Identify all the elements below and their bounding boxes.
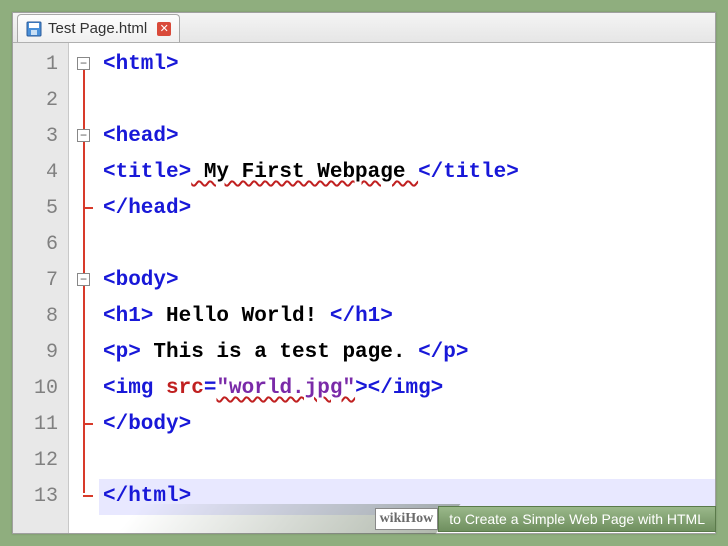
fold-toggle-icon[interactable]: − (77, 273, 90, 286)
line-number: 4 (13, 155, 68, 191)
code-line: <html> (99, 47, 715, 83)
code-line (99, 443, 715, 479)
line-number-gutter: 1 2 3 4 5 6 7 8 9 10 11 12 13 (13, 43, 69, 533)
line-number: 10 (13, 371, 68, 407)
tab-bar: Test Page.html ✕ (13, 13, 715, 43)
fold-end-icon (83, 495, 93, 497)
editor-window: Test Page.html ✕ 1 2 3 4 5 6 7 8 9 10 11… (12, 12, 716, 534)
line-number: 2 (13, 83, 68, 119)
code-line: <h1> Hello World! </h1> (99, 299, 715, 335)
fold-toggle-icon[interactable]: − (77, 129, 90, 142)
tab-filename: Test Page.html (48, 20, 147, 37)
code-line (99, 227, 715, 263)
code-line: </body> (99, 407, 715, 443)
line-number: 12 (13, 443, 68, 479)
code-line: <img src="world.jpg"></img> (99, 371, 715, 407)
watermark-brand: wikiHow (375, 508, 439, 530)
line-number: 5 (13, 191, 68, 227)
code-line: <title> My First Webpage </title> (99, 155, 715, 191)
code-line: <p> This is a test page. </p> (99, 335, 715, 371)
save-disk-icon (26, 21, 42, 37)
line-number: 1 (13, 47, 68, 83)
line-number: 13 (13, 479, 68, 515)
line-number: 8 (13, 299, 68, 335)
code-line: <body> (99, 263, 715, 299)
line-number: 3 (13, 119, 68, 155)
line-number: 9 (13, 335, 68, 371)
watermark-title: to Create a Simple Web Page with HTML (438, 506, 716, 532)
code-line: </head> (99, 191, 715, 227)
line-number: 7 (13, 263, 68, 299)
file-tab[interactable]: Test Page.html ✕ (17, 14, 180, 42)
code-area[interactable]: <html> <head> <title> My First Webpage <… (99, 43, 715, 533)
editor-area: 1 2 3 4 5 6 7 8 9 10 11 12 13 − − − <htm… (13, 43, 715, 533)
fold-end-icon (83, 423, 93, 425)
line-number: 6 (13, 227, 68, 263)
line-number: 11 (13, 407, 68, 443)
code-line (99, 83, 715, 119)
code-line: <head> (99, 119, 715, 155)
watermark: wikiHow to Create a Simple Web Page with… (375, 506, 716, 532)
close-icon[interactable]: ✕ (157, 22, 171, 36)
fold-end-icon (83, 207, 93, 209)
fold-column: − − − (69, 43, 99, 533)
fold-toggle-icon[interactable]: − (77, 57, 90, 70)
